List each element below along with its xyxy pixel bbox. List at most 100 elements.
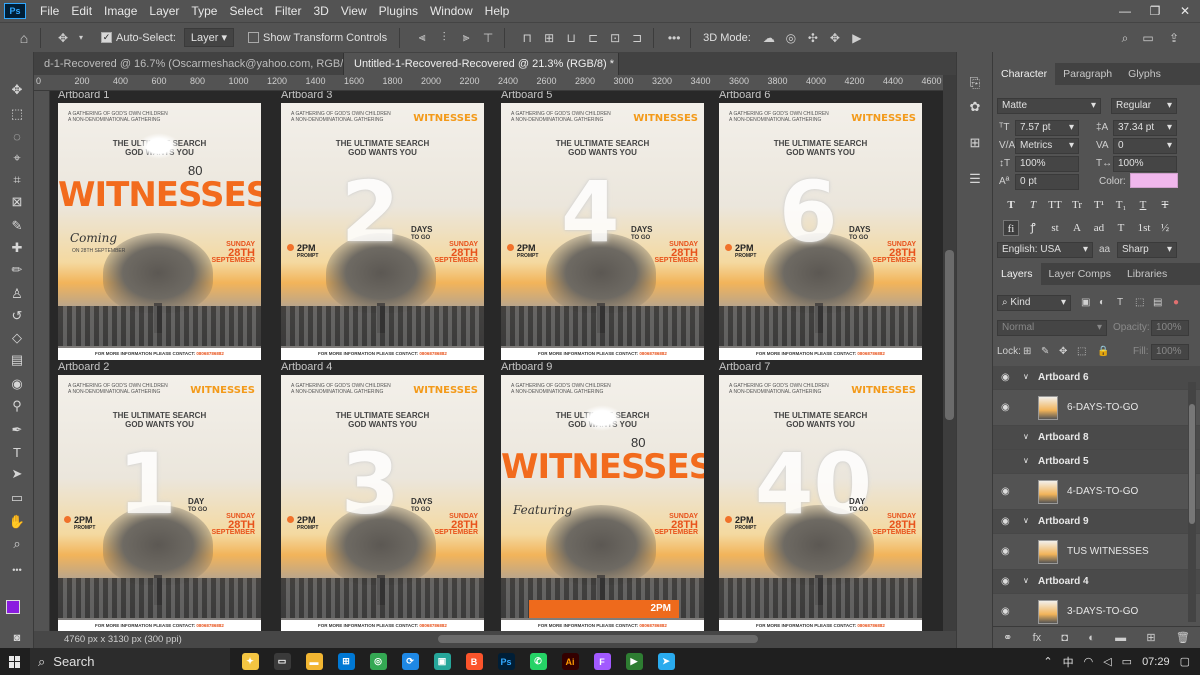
filter-toggle-icon[interactable]: ●: [1173, 297, 1179, 308]
chevron-down-icon[interactable]: ∨: [1023, 516, 1029, 525]
tab-glyphs[interactable]: Glyphs: [1120, 63, 1169, 85]
libraries-panel-icon[interactable]: ⊞: [966, 134, 984, 152]
layer-row[interactable]: ◉ 3-DAYS-TO-GO: [993, 594, 1200, 630]
align-center-icon[interactable]: ⫶: [436, 30, 452, 46]
path-select-tool-icon[interactable]: ➤: [7, 464, 27, 484]
artboard-group-row[interactable]: ◉ ∨ Artboard 4: [993, 570, 1200, 594]
artboard-poster[interactable]: A GATHERING OF GOD'S OWN CHILDREN A NON-…: [501, 375, 704, 631]
filter-adjustment-icon[interactable]: ◐: [1099, 297, 1105, 308]
history-panel-icon[interactable]: ⎘: [966, 74, 984, 92]
align-left-icon[interactable]: ⫷: [414, 30, 430, 46]
taskbar-app-chrome[interactable]: ◎: [362, 648, 394, 675]
brush-tool-icon[interactable]: ✏: [7, 260, 27, 280]
antialias-select[interactable]: Sharp ▾: [1117, 242, 1177, 258]
start-button[interactable]: [0, 648, 30, 675]
chevron-down-icon[interactable]: ∨: [1023, 372, 1029, 381]
move-tool-icon[interactable]: ✥: [55, 30, 71, 46]
history-brush-tool-icon[interactable]: ↺: [7, 306, 27, 326]
menu-help[interactable]: Help: [479, 0, 516, 22]
taskbar-app-store[interactable]: ⊞: [330, 648, 362, 675]
fx-icon[interactable]: fx: [1033, 632, 1042, 644]
artboard-group-row[interactable]: ∨ Artboard 5: [993, 450, 1200, 474]
auto-select-checkbox[interactable]: ✓: [101, 32, 112, 43]
roll-3d-icon[interactable]: ◎: [783, 30, 799, 46]
menu-select[interactable]: Select: [223, 0, 268, 22]
align-top-icon[interactable]: ⊤: [480, 30, 496, 46]
taskbar-app-app-teal[interactable]: ▣: [426, 648, 458, 675]
input-indicator-icon[interactable]: 中: [1063, 654, 1074, 670]
artboard-label[interactable]: Artboard 1: [58, 91, 109, 101]
strikethrough-button[interactable]: T: [1157, 197, 1173, 213]
show-transform-checkbox[interactable]: [248, 32, 260, 43]
artboard-label[interactable]: Artboard 7: [719, 361, 770, 373]
artboard-label[interactable]: Artboard 2: [58, 361, 109, 373]
lock-position-icon[interactable]: ✥: [1059, 346, 1067, 357]
stylistic-alternates-button[interactable]: ad: [1091, 220, 1107, 236]
new-group-icon[interactable]: ▬: [1115, 632, 1126, 644]
menu-window[interactable]: Window: [424, 0, 479, 22]
faux-italic-button[interactable]: T: [1025, 197, 1041, 213]
ordinals-button[interactable]: 1st: [1133, 220, 1155, 236]
superscript-button[interactable]: T¹: [1091, 197, 1107, 213]
align-right-icon[interactable]: ⫸: [458, 30, 474, 46]
chevron-down-icon[interactable]: ▾: [73, 30, 89, 46]
taskbar-app-telegram[interactable]: ➤: [650, 648, 682, 675]
layer-row[interactable]: ◉ TUS WITNESSES: [993, 534, 1200, 570]
eye-icon[interactable]: ◉: [1001, 486, 1013, 497]
tab-paragraph[interactable]: Paragraph: [1055, 63, 1120, 85]
taskbar-app-widgets[interactable]: ✦: [234, 648, 266, 675]
add-mask-icon[interactable]: ◘: [1061, 632, 1068, 644]
distribute-middle-icon[interactable]: ⊞: [541, 30, 557, 46]
lasso-tool-icon[interactable]: ◌: [7, 126, 27, 146]
all-caps-button[interactable]: TT: [1047, 197, 1063, 213]
battery-icon[interactable]: ▭: [1122, 655, 1132, 668]
taskbar-app-figma[interactable]: F: [586, 648, 618, 675]
distribute-top-icon[interactable]: ⊓: [519, 30, 535, 46]
ligatures-button[interactable]: fi: [1003, 220, 1019, 236]
eyedropper-tool-icon[interactable]: ✎: [7, 216, 27, 236]
rectangle-tool-icon[interactable]: ▭: [7, 488, 27, 508]
new-layer-icon[interactable]: ⊞: [1146, 631, 1155, 644]
lock-artboard-icon[interactable]: ⬚: [1077, 346, 1086, 357]
taskbar-app-brave[interactable]: B: [458, 648, 490, 675]
pen-tool-icon[interactable]: ✒: [7, 420, 27, 440]
font-size-field[interactable]: 7.57 pt ▾: [1015, 120, 1079, 136]
menu-view[interactable]: View: [335, 0, 373, 22]
link-layers-icon[interactable]: ⚭: [1003, 631, 1012, 644]
artboard-poster[interactable]: A GATHERING OF GOD'S OWN CHILDREN A NON-…: [281, 375, 484, 631]
artboard-label[interactable]: Artboard 3: [281, 91, 332, 101]
close-window-button[interactable]: ✕: [1170, 0, 1200, 22]
more-options-icon[interactable]: •••: [666, 30, 682, 46]
artboard-label[interactable]: Artboard 6: [719, 91, 770, 101]
artboard-group-row[interactable]: ◉ ∨ Artboard 9: [993, 510, 1200, 534]
wifi-icon[interactable]: ◠: [1084, 655, 1094, 668]
artboard-group-row[interactable]: ∨ Artboard 8: [993, 426, 1200, 450]
artboard-label[interactable]: Artboard 9: [501, 361, 552, 373]
menu-image[interactable]: Image: [98, 0, 143, 22]
scale-3d-icon[interactable]: ▶: [849, 30, 865, 46]
taskbar-app-app-blue[interactable]: ⟳: [394, 648, 426, 675]
distribute-left-icon[interactable]: ⊏: [585, 30, 601, 46]
chevron-down-icon[interactable]: ∨: [1023, 456, 1029, 465]
type-tool-icon[interactable]: T: [7, 442, 27, 462]
distribute-right-icon[interactable]: ⊐: [629, 30, 645, 46]
artboard-poster[interactable]: A GATHERING OF GOD'S OWN CHILDREN A NON-…: [58, 375, 261, 631]
canvas-area[interactable]: Artboard 1 A GATHERING OF GOD'S OWN CHILD…: [50, 91, 943, 631]
artboard-poster[interactable]: A GATHERING OF GOD'S OWN CHILDREN A NON-…: [281, 103, 484, 360]
fill-field[interactable]: 100%: [1151, 344, 1189, 360]
filter-type-icon[interactable]: T: [1117, 297, 1123, 308]
opacity-field[interactable]: 100%: [1151, 320, 1189, 336]
notifications-icon[interactable]: ▢: [1180, 655, 1190, 668]
dodge-tool-icon[interactable]: ⚲: [7, 396, 27, 416]
lock-all-icon[interactable]: 🔒: [1097, 346, 1109, 357]
text-color-swatch[interactable]: [1130, 173, 1178, 188]
adjustment-layer-icon[interactable]: ◐: [1088, 632, 1095, 644]
taskbar-app-task-view[interactable]: ▭: [266, 648, 298, 675]
old-style-button[interactable]: ꝭ: [1025, 220, 1041, 236]
eye-icon[interactable]: ◉: [1001, 546, 1013, 557]
layer-row[interactable]: ◉ 6-DAYS-TO-GO: [993, 390, 1200, 426]
adjustments-panel-icon[interactable]: ☰: [966, 170, 984, 188]
horizontal-scale-field[interactable]: 100%: [1113, 156, 1177, 172]
document-tab-1[interactable]: d-1-Recovered @ 16.7% (Oscarmeshack@yaho…: [34, 53, 344, 75]
more-tools-icon[interactable]: •••: [7, 560, 27, 580]
